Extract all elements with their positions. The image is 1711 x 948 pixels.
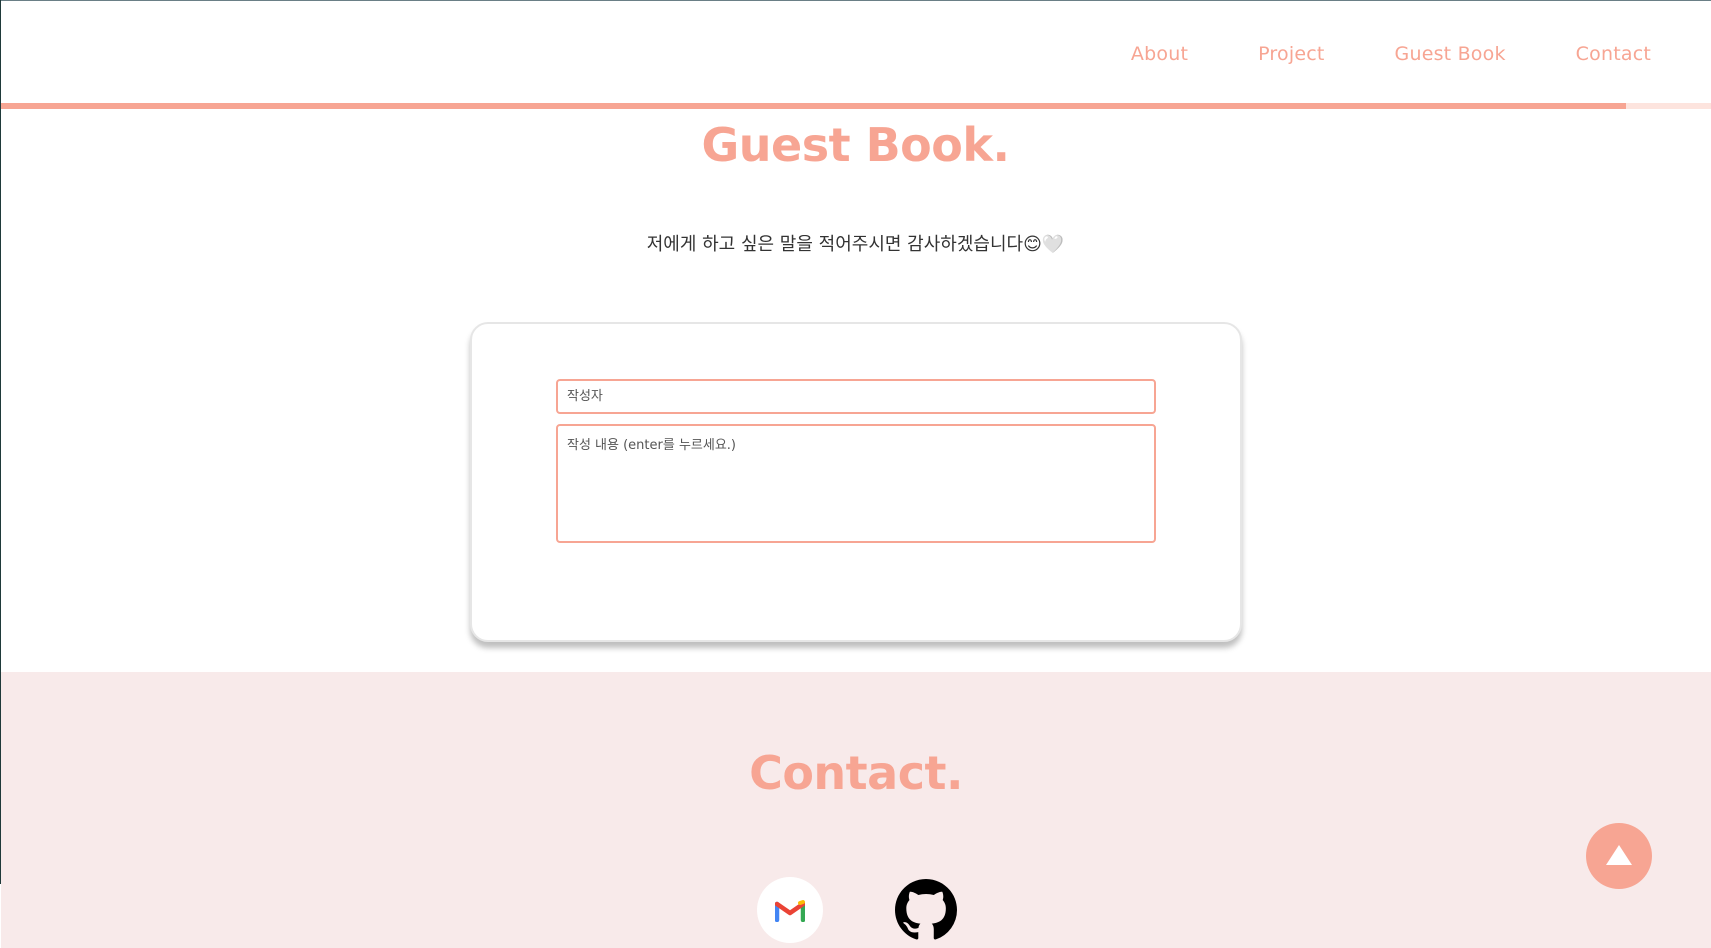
github-link[interactable]	[893, 877, 959, 943]
navbar: About Project Guest Book Contact	[1, 1, 1711, 105]
guestbook-subtitle: 저에게 하고 싶은 말을 적어주시면 감사하겠습니다😊🤍	[646, 234, 1065, 255]
contact-section: Contact.	[1, 672, 1711, 948]
scroll-to-top-button[interactable]	[1586, 823, 1652, 889]
nav-link-project[interactable]: Project	[1258, 43, 1324, 65]
gmail-icon	[775, 900, 805, 922]
contact-title: Contact.	[749, 746, 963, 800]
guestbook-form-card	[470, 322, 1242, 642]
guestbook-title: Guest Book.	[701, 118, 1010, 172]
nav-link-guest-book[interactable]: Guest Book	[1395, 43, 1506, 65]
window-left-border-gap	[0, 884, 1, 948]
scroll-progress-bar	[1, 103, 1711, 109]
author-input[interactable]	[556, 379, 1156, 414]
github-icon	[895, 879, 957, 940]
gmail-link[interactable]	[757, 877, 823, 943]
scroll-progress-fill	[1, 103, 1626, 109]
nav-link-about[interactable]: About	[1131, 43, 1188, 65]
triangle-up-icon	[1606, 845, 1632, 865]
nav-links: About Project Guest Book Contact	[1131, 43, 1651, 65]
content-textarea[interactable]	[556, 424, 1156, 543]
nav-link-contact[interactable]: Contact	[1576, 43, 1651, 65]
